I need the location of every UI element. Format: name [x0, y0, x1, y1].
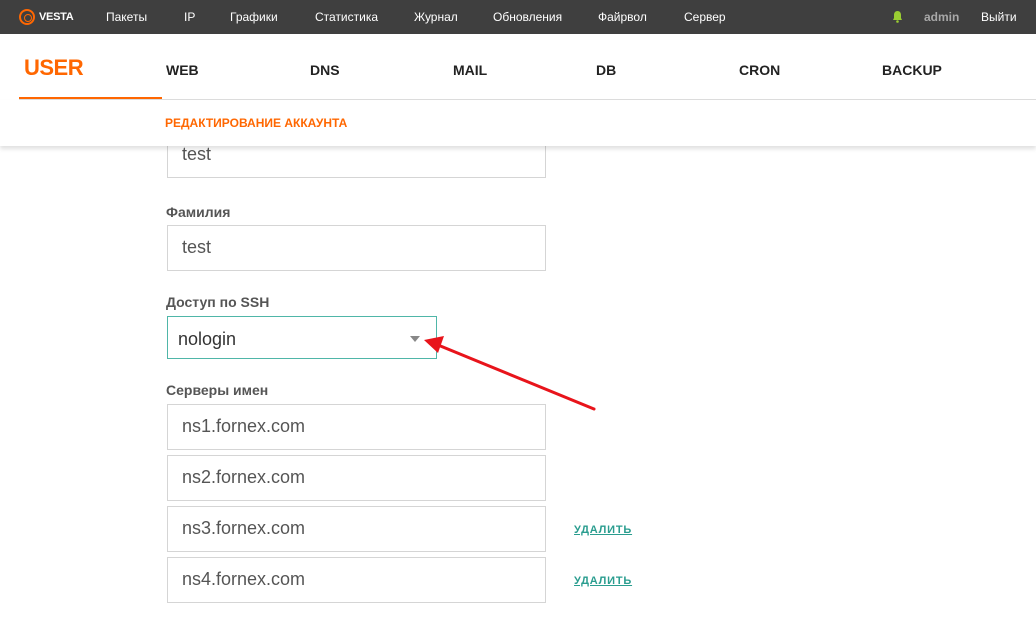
nameserver-4-input[interactable]: ns4.fornex.com [167, 557, 546, 603]
last-name-label: Фамилия [166, 204, 231, 220]
edit-user-form: test Фамилия test Доступ по SSH nologin … [0, 146, 1036, 622]
sub-header: РЕДАКТИРОВАНИЕ АККАУНТА [0, 100, 1036, 146]
tab-db[interactable]: DB [596, 62, 616, 78]
nav-graphs[interactable]: Графики [230, 10, 278, 24]
tab-backup[interactable]: BACKUP [882, 62, 942, 78]
nameserver-4-value: ns4.fornex.com [182, 569, 306, 589]
nameserver-1-value: ns1.fornex.com [182, 416, 306, 436]
last-name-value: test [182, 237, 212, 257]
delete-nameserver-4-link[interactable]: УДАЛИТЬ [574, 575, 632, 587]
bell-icon[interactable] [892, 10, 903, 23]
nameserver-1-input[interactable]: ns1.fornex.com [167, 404, 546, 450]
tab-dns[interactable]: DNS [310, 62, 340, 78]
ssh-access-select[interactable]: nologin [167, 316, 437, 359]
nameservers-label: Серверы имен [166, 382, 269, 398]
logo-text: VESTA [39, 11, 74, 23]
nameserver-3-input[interactable]: ns3.fornex.com [167, 506, 546, 552]
first-name-input[interactable]: test [167, 146, 546, 178]
tab-cron[interactable]: CRON [739, 62, 780, 78]
nameserver-3-value: ns3.fornex.com [182, 518, 306, 538]
nav-updates[interactable]: Обновления [493, 10, 562, 24]
tab-mail[interactable]: MAIL [453, 62, 487, 78]
ssh-access-value: nologin [178, 329, 237, 349]
nav-ip[interactable]: IP [184, 10, 195, 24]
tab-web[interactable]: WEB [166, 62, 199, 78]
first-name-value: test [182, 146, 212, 164]
logout-link[interactable]: Выйти [981, 10, 1017, 24]
page-title: РЕДАКТИРОВАНИЕ АККАУНТА [165, 116, 348, 130]
current-user[interactable]: admin [924, 10, 959, 24]
nameserver-2-input[interactable]: ns2.fornex.com [167, 455, 546, 501]
nav-firewall[interactable]: Файрвол [598, 10, 647, 24]
vesta-logo-icon [19, 9, 35, 25]
section-tabs: USER WEB DNS MAIL DB CRON BACKUP [0, 34, 1036, 100]
chevron-down-icon [410, 336, 420, 342]
nav-packages[interactable]: Пакеты [106, 10, 147, 24]
tab-user[interactable]: USER [24, 55, 84, 81]
vesta-logo[interactable]: VESTA [19, 8, 74, 26]
nameserver-2-value: ns2.fornex.com [182, 467, 306, 487]
last-name-input[interactable]: test [167, 225, 546, 271]
top-bar: VESTA Пакеты IP Графики Статистика Журна… [0, 0, 1036, 34]
nav-statistics[interactable]: Статистика [315, 10, 378, 24]
ssh-access-label: Доступ по SSH [166, 294, 270, 310]
delete-nameserver-3-link[interactable]: УДАЛИТЬ [574, 524, 632, 536]
nav-log[interactable]: Журнал [414, 10, 458, 24]
nav-server[interactable]: Сервер [684, 10, 726, 24]
